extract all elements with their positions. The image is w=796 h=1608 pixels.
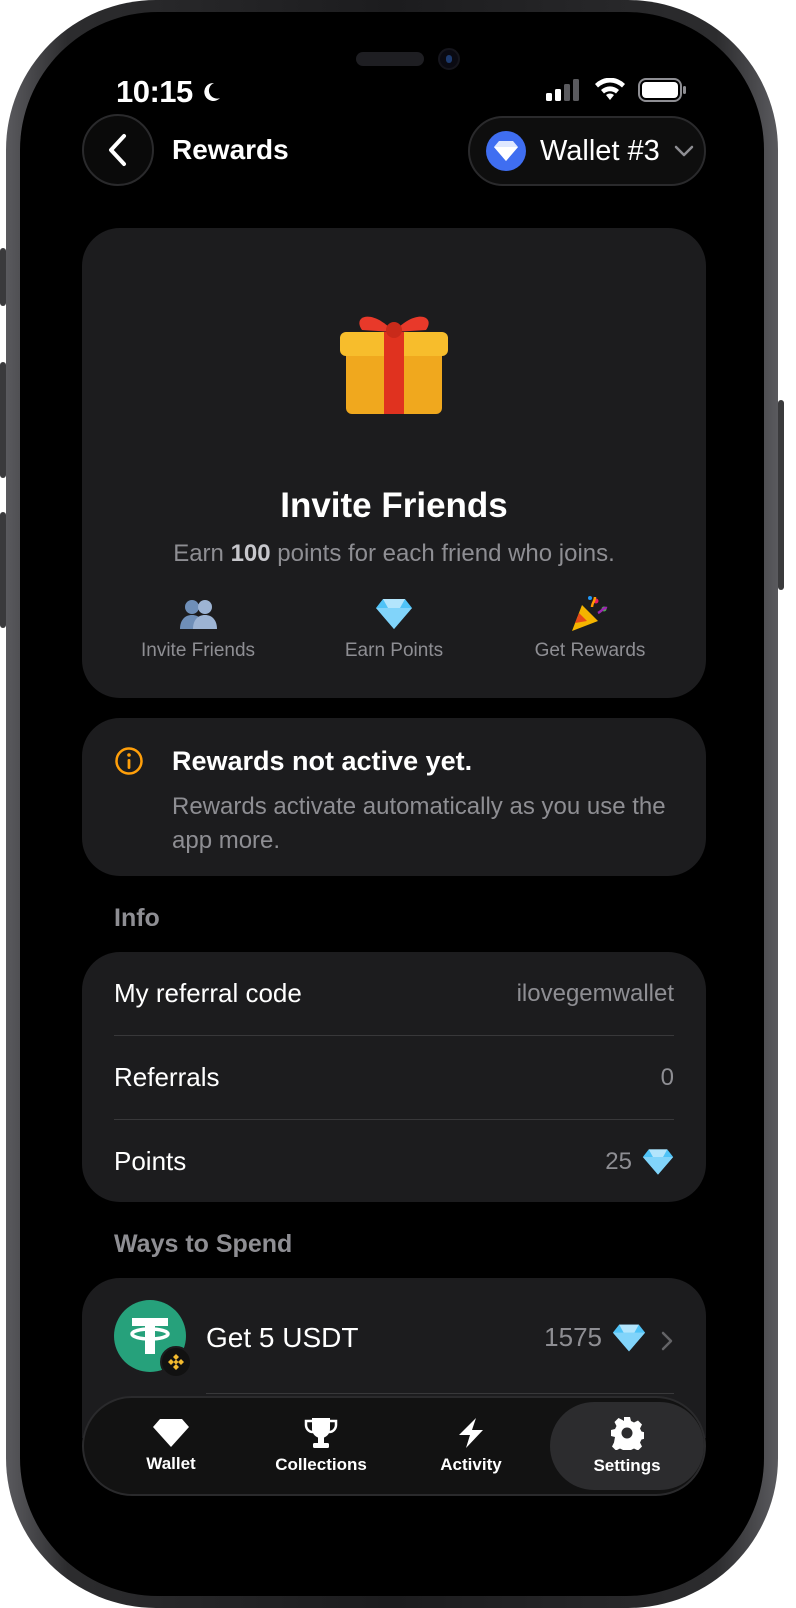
step-label: Get Rewards [534,640,646,661]
moon-icon [204,82,220,101]
action-button [0,248,6,306]
tab-label: Activity [440,1455,502,1474]
notice-body: Rewards activate automatically as you us… [172,793,666,854]
lightning-icon [459,1418,483,1448]
wallet-selector[interactable]: Wallet #3 [468,116,706,186]
signal-icon [546,79,579,101]
tab-bar: Wallet Collections Activity Settings [82,1396,706,1496]
referral-code-row[interactable]: My referral code ilovegemwallet [114,952,674,1035]
price-value: 1575 [544,1322,602,1352]
invite-title: Invite Friends [280,486,508,525]
info-icon [115,747,143,775]
step-earn-points: Earn Points [294,594,494,662]
spend-section-label: Ways to Spend [114,1230,293,1258]
gear-icon [611,1417,644,1450]
points-row: Points 25 [114,1120,674,1203]
row-key: Referrals [114,1062,220,1092]
wallet-logo [486,131,526,171]
tab-activity[interactable]: Activity [396,1402,546,1490]
invite-subtitle: Earn 100 points for each friend who join… [173,540,615,567]
volume-down-button [0,512,6,628]
tab-label: Wallet [146,1454,196,1473]
front-camera [438,48,460,70]
step-label: Earn Points [344,640,444,661]
status-time-text: 10:15 [116,74,193,109]
power-button [778,400,784,590]
page-title: Rewards [172,134,289,165]
bnb-chain-badge [160,1346,192,1378]
step-get-rewards: Get Rewards [490,594,690,662]
gift-icon [340,316,448,414]
trophy-icon [304,1418,338,1448]
speaker-slot [356,52,424,66]
chevron-right-icon [661,1331,673,1351]
step-label: Invite Friends [140,640,256,661]
tab-label: Collections [275,1455,367,1474]
invite-points: 100 [230,540,271,567]
status-indicators [546,78,688,102]
info-card: My referral code ilovegemwallet Referral… [82,952,706,1202]
step-invite-friends: Invite Friends [98,594,298,662]
spend-item-title: Get 5 USDT [206,1322,359,1353]
points-value-wrap: 25 [605,1148,674,1176]
tab-wallet[interactable]: Wallet [96,1402,246,1490]
wallet-name: Wallet #3 [540,134,660,167]
notice-card: Rewards not active yet. Rewards activate… [82,718,706,876]
referrals-row: Referrals 0 [114,1036,674,1119]
bnb-icon [168,1354,184,1370]
divider [206,1393,674,1394]
chevron-down-icon [674,145,694,157]
volume-up-button [0,362,6,478]
people-icon [180,600,217,629]
back-button[interactable] [82,114,154,186]
row-key: Points [114,1146,187,1176]
battery-icon [638,78,686,102]
screen: 10:15 Rewards Wallet #3 Invite Friends E… [20,12,764,1596]
wifi-icon [595,78,625,100]
info-section-label: Info [114,904,160,932]
gem-icon [153,1419,189,1447]
tab-label: Settings [593,1456,661,1475]
spend-item-price: 1575 [544,1322,646,1353]
tab-collections[interactable]: Collections [246,1402,396,1490]
phone-frame: 10:15 Rewards Wallet #3 Invite Friends E… [0,0,784,1608]
status-time: 10:15 [116,74,223,110]
chevron-left-icon [109,134,126,166]
party-popper-icon [572,596,608,631]
notice-title: Rewards not active yet. [172,746,473,776]
gem-icon [612,1324,646,1351]
gem-icon [494,141,518,161]
referrals-value: 0 [660,1063,674,1091]
row-key: My referral code [114,978,302,1008]
tab-settings[interactable]: Settings [550,1402,704,1490]
referral-code-value: ilovegemwallet [516,979,674,1007]
gem-icon [376,599,412,629]
points-value: 25 [605,1147,632,1175]
invite-card: Invite Friends Earn 100 points for each … [82,228,706,698]
gem-icon [642,1148,674,1175]
